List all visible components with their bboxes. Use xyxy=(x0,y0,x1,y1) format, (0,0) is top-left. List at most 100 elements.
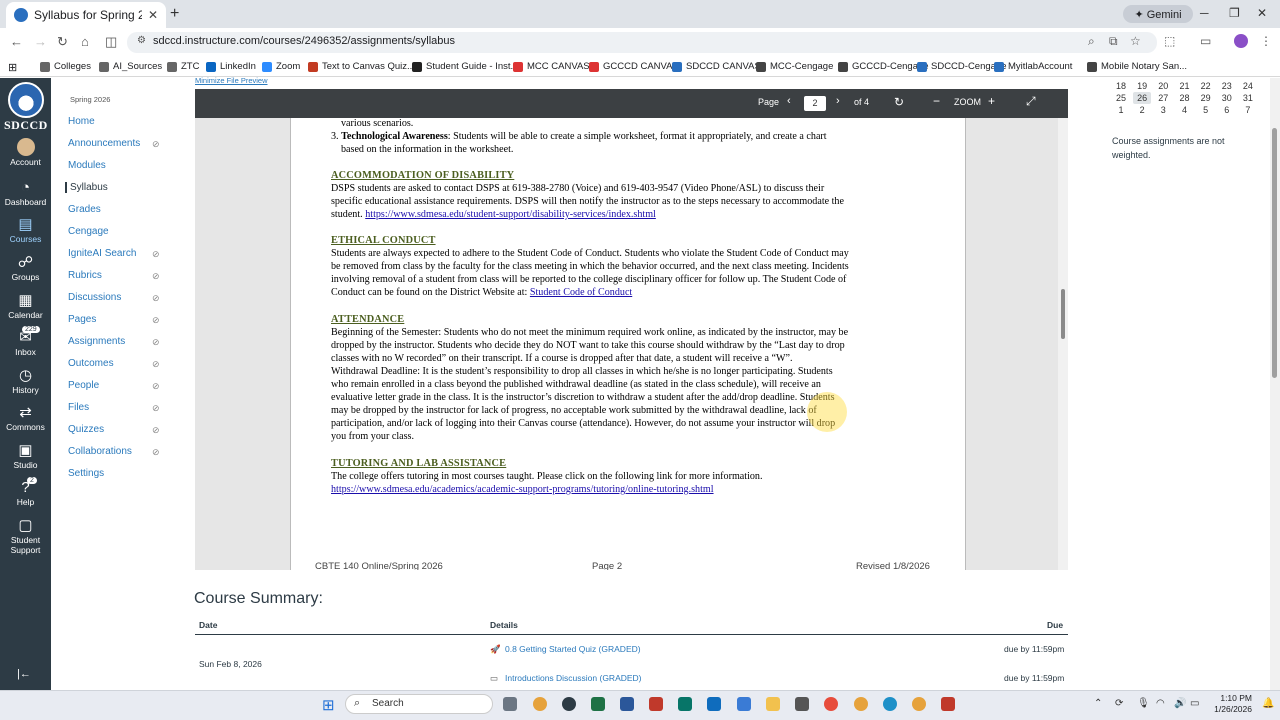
course-nav-rubrics[interactable]: Rubrics xyxy=(68,270,102,281)
restore-window-icon[interactable]: ❐ xyxy=(1229,6,1240,20)
global-nav-groups[interactable]: ☍ Groups xyxy=(0,255,51,283)
reload-icon[interactable]: ↻ xyxy=(57,34,68,50)
course-nav-files[interactable]: Files xyxy=(68,402,89,413)
calendar-day[interactable]: 23 xyxy=(1218,80,1236,92)
bookmark-item[interactable]: GCCCD-Cengage xyxy=(838,61,929,72)
publisher-taskbar-icon[interactable] xyxy=(678,697,692,711)
snipping-taskbar-icon[interactable] xyxy=(941,697,955,711)
course-nav-outcomes[interactable]: Outcomes xyxy=(68,358,114,369)
notification-bell-icon[interactable]: 🔔 xyxy=(1262,698,1274,709)
bookmark-item[interactable]: GCCCD CANVAS xyxy=(589,61,679,72)
bookmark-item[interactable]: MCC-Cengage xyxy=(756,61,833,72)
zoom-lens-icon[interactable]: ⌕ xyxy=(1088,34,1095,49)
bookmark-item[interactable]: SDCCD CANVAS xyxy=(672,61,761,72)
assignment-link[interactable]: 0.8 Getting Started Quiz (GRADED) xyxy=(505,644,641,654)
profile-avatar-icon[interactable] xyxy=(1234,34,1248,48)
bookmark-item[interactable]: ZTC xyxy=(167,61,199,72)
taskbar-clock[interactable]: 1:10 PM 1/26/2026 xyxy=(1208,693,1252,715)
bookmark-item[interactable]: MyitlabAccount xyxy=(994,61,1072,72)
calendar-day[interactable]: 20 xyxy=(1154,80,1172,92)
calendar-day[interactable]: 28 xyxy=(1175,92,1193,104)
minimize-window-icon[interactable]: ─ xyxy=(1200,6,1209,20)
calendar-day[interactable]: 29 xyxy=(1197,92,1215,104)
calendar-day[interactable]: 21 xyxy=(1175,80,1193,92)
global-nav-inbox[interactable]: ✉ Inbox xyxy=(0,330,51,358)
global-nav-dashboard[interactable]: ◔ Dashboard xyxy=(0,180,51,208)
site-info-icon[interactable]: ⚙ xyxy=(137,35,146,46)
notepad-taskbar-icon[interactable] xyxy=(737,697,751,711)
course-nav-announcements[interactable]: Announcements xyxy=(68,138,140,149)
bookmark-item[interactable]: MCC CANVAS xyxy=(513,61,590,72)
install-app-icon[interactable]: ⧉ xyxy=(1109,34,1118,49)
app-taskbar-icon[interactable] xyxy=(562,697,576,711)
browser-tab[interactable]: Syllabus for Spring 2026 - CBT ✕ xyxy=(6,2,166,28)
url-bar[interactable]: ⚙ sdccd.instructure.com/courses/2496352/… xyxy=(127,32,1157,53)
calendar-day[interactable]: 2 xyxy=(1133,104,1151,116)
file-explorer-taskbar-icon[interactable] xyxy=(766,697,780,711)
course-nav-quizzes[interactable]: Quizzes xyxy=(68,424,104,435)
app3-taskbar-icon[interactable] xyxy=(883,697,897,711)
wifi-icon[interactable]: ◠ xyxy=(1156,698,1165,709)
assignment-link[interactable]: Introductions Discussion (GRADED) xyxy=(505,673,642,683)
course-nav-cengage[interactable]: Cengage xyxy=(68,226,109,237)
fullscreen-icon[interactable]: ⤢ xyxy=(1026,94,1036,109)
excel-taskbar-icon[interactable] xyxy=(591,697,605,711)
calendar-day[interactable]: 22 xyxy=(1197,80,1215,92)
sdccd-logo[interactable]: SDCCD xyxy=(4,82,47,133)
home-icon[interactable]: ⌂ xyxy=(81,34,89,49)
taskbar-search[interactable]: ⌕ Search xyxy=(345,694,493,714)
chrome2-taskbar-icon[interactable] xyxy=(854,697,868,711)
course-nav-assignments[interactable]: Assignments xyxy=(68,336,125,347)
minimize-preview-link[interactable]: Minimize File Preview xyxy=(195,76,268,85)
page-number-input[interactable]: 2 xyxy=(804,96,826,111)
calendar-day[interactable]: 24 xyxy=(1239,80,1257,92)
rotate-icon[interactable]: ↻ xyxy=(894,95,904,109)
calendar-day[interactable]: 30 xyxy=(1218,92,1236,104)
global-nav-studio[interactable]: ▣ Studio xyxy=(0,443,51,471)
bookmark-item[interactable]: Mobile Notary San... xyxy=(1087,61,1187,72)
new-tab-button[interactable]: + xyxy=(170,5,179,23)
calendar-day[interactable]: 3 xyxy=(1154,104,1172,116)
task-view-icon[interactable] xyxy=(503,697,517,711)
chrome-taskbar-icon[interactable] xyxy=(533,697,547,711)
gemini-button[interactable]: ✦ Gemini xyxy=(1123,5,1193,23)
calendar-day[interactable]: 27 xyxy=(1154,92,1172,104)
viewer-scrollbar[interactable] xyxy=(1058,118,1068,570)
bookmark-item[interactable]: AI_Sources xyxy=(99,61,162,72)
viewer-scroll-thumb[interactable] xyxy=(1061,289,1065,339)
menu-icon[interactable]: ⋮ xyxy=(1260,34,1272,48)
bookmark-item[interactable]: Student Guide - Inst... xyxy=(412,61,518,72)
calendar-day[interactable]: 1 xyxy=(1112,104,1130,116)
calendar-day[interactable]: 5 xyxy=(1197,104,1215,116)
app2-taskbar-icon[interactable] xyxy=(824,697,838,711)
chrome3-taskbar-icon[interactable] xyxy=(912,697,926,711)
tray-app-icon[interactable]: ⟳ xyxy=(1115,698,1123,709)
calendar-day[interactable]: 6 xyxy=(1218,104,1236,116)
volume-icon[interactable]: 🔊 xyxy=(1174,698,1186,709)
zoom-out-icon[interactable]: − xyxy=(933,94,940,108)
code-of-conduct-link[interactable]: Student Code of Conduct xyxy=(530,287,632,298)
battery-icon[interactable]: ▭ xyxy=(1190,698,1199,709)
course-nav-people[interactable]: People xyxy=(68,380,99,391)
prev-page-icon[interactable]: ‹ xyxy=(787,95,791,107)
page-scroll-thumb[interactable] xyxy=(1272,128,1277,378)
windows-start-icon[interactable]: ⊞ xyxy=(322,696,335,714)
outlook-taskbar-icon[interactable] xyxy=(707,697,721,711)
bookmark-item[interactable]: LinkedIn xyxy=(206,61,256,72)
calculator-taskbar-icon[interactable] xyxy=(795,697,809,711)
bookmark-item[interactable]: Colleges xyxy=(40,61,91,72)
course-nav-syllabus[interactable]: Syllabus xyxy=(65,182,108,193)
extensions-icon[interactable]: ⬚ xyxy=(1164,34,1175,48)
next-page-icon[interactable]: › xyxy=(836,95,840,107)
acrobat-taskbar-icon[interactable] xyxy=(649,697,663,711)
collapse-nav-icon[interactable]: |← xyxy=(17,668,31,680)
course-nav-home[interactable]: Home xyxy=(68,116,95,127)
calendar-day[interactable]: 31 xyxy=(1239,92,1257,104)
bookmark-item[interactable]: Text to Canvas Quiz... xyxy=(308,61,415,72)
global-nav-help[interactable]: ? Help xyxy=(0,480,51,508)
close-window-icon[interactable]: ✕ xyxy=(1257,6,1267,20)
sidebar-icon[interactable]: ◫ xyxy=(105,34,117,50)
course-nav-pages[interactable]: Pages xyxy=(68,314,96,325)
course-nav-collaborations[interactable]: Collaborations xyxy=(68,446,132,457)
bookmark-star-icon[interactable]: ☆ xyxy=(1130,34,1141,48)
